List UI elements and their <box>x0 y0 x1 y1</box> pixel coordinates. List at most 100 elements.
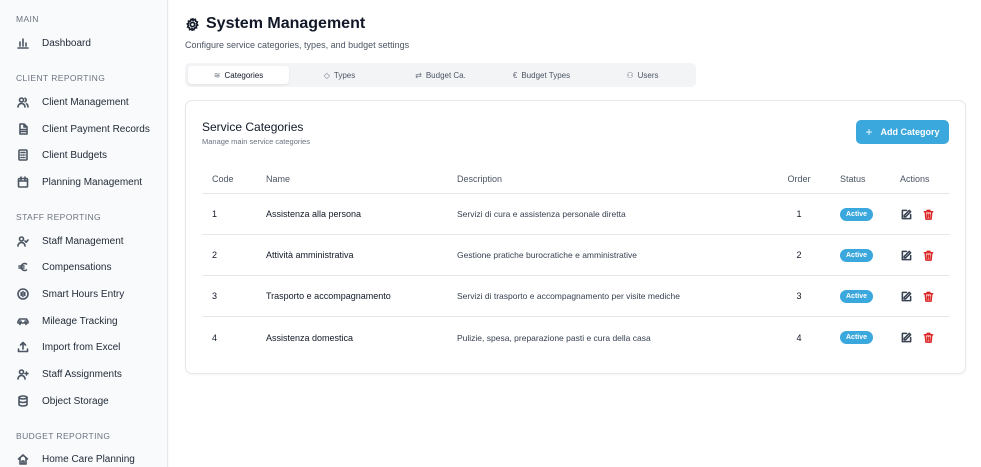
upload-icon <box>17 341 29 353</box>
status-badge: Active <box>840 248 874 262</box>
sidebar-item-smart-hours-entry[interactable]: Smart Hours Entry <box>0 282 168 306</box>
column-header-code: Code <box>212 174 234 184</box>
add-category-button[interactable]: + Add Category <box>856 120 949 144</box>
plus-icon: + <box>865 125 873 139</box>
sidebar-item-label: Import from Excel <box>42 341 121 353</box>
sidebar-item-home-care-planning[interactable]: Home Care Planning <box>0 447 168 467</box>
table-row: 2 Attività amministrativa Gestione prati… <box>202 235 950 276</box>
cell-status: Active <box>840 235 874 275</box>
page-title: System Management <box>185 15 365 33</box>
column-header-actions: Actions <box>900 174 930 184</box>
categories-table: Code Name Description Order Status Actio… <box>202 165 950 358</box>
sidebar-item-label: Mileage Tracking <box>42 315 118 327</box>
user-plus-icon <box>17 368 29 380</box>
sidebar-item-staff-assignments[interactable]: Staff Assignments <box>0 362 168 386</box>
sidebar-item-planning-management[interactable]: Planning Management <box>0 170 168 194</box>
sidebar-item-client-management[interactable]: Client Management <box>0 90 168 114</box>
sidebar-item-dashboard[interactable]: Dashboard <box>0 31 168 55</box>
budget-icon: ⇄ <box>415 70 422 80</box>
cell-status: Active <box>840 276 874 316</box>
cell-actions <box>900 317 934 358</box>
sidebar-item-label: Object Storage <box>42 395 109 407</box>
layers-icon: ≋ <box>213 70 221 80</box>
status-badge: Active <box>840 289 874 303</box>
section-label-budget-reporting: BUDGET REPORTING <box>16 431 111 441</box>
column-header-status: Status <box>840 174 866 184</box>
euro-icon <box>17 261 29 273</box>
fingerprint-icon <box>17 288 29 300</box>
tab-label: Budget Types <box>521 70 571 80</box>
sidebar-item-label: Client Management <box>42 96 129 108</box>
home-icon <box>17 453 29 465</box>
sidebar-item-client-budgets[interactable]: Client Budgets <box>0 143 168 167</box>
sidebar-item-import-from-excel[interactable]: Import from Excel <box>0 335 168 359</box>
sidebar-item-compensations[interactable]: Compensations <box>0 255 168 279</box>
trash-icon[interactable] <box>922 290 934 302</box>
page-title-text: System Management <box>206 15 366 32</box>
edit-icon[interactable] <box>900 290 912 302</box>
users-icon <box>17 96 29 108</box>
sidebar-item-client-payment-records[interactable]: Client Payment Records <box>0 117 168 141</box>
edit-icon[interactable] <box>900 332 912 344</box>
users-icon: ⚇ <box>626 70 634 80</box>
table-row: 4 Assistenza domestica Pulizie, spesa, p… <box>202 317 950 358</box>
trash-icon[interactable] <box>922 208 934 220</box>
sidebar-item-label: Planning Management <box>42 176 143 188</box>
main-content: System Management Configure service cate… <box>169 0 981 467</box>
tab-label: Categories <box>224 70 264 80</box>
edit-icon[interactable] <box>900 249 912 261</box>
page-subtitle: Configure service categories, types, and… <box>185 40 410 50</box>
service-categories-card: Service Categories Manage main service c… <box>185 100 966 374</box>
cell-actions <box>900 235 934 275</box>
edit-icon[interactable] <box>900 208 912 220</box>
calendar-icon <box>17 176 29 188</box>
bar-chart-icon <box>17 37 29 49</box>
tab-label: Budget Ca. <box>425 70 466 80</box>
gear-icon <box>186 17 199 31</box>
tab-users[interactable]: ⚇ Users <box>592 66 693 84</box>
cell-code: 2 <box>212 250 218 260</box>
sidebar-item-object-storage[interactable]: Object Storage <box>0 389 168 413</box>
sidebar-item-label: Client Payment Records <box>42 123 150 135</box>
trash-icon[interactable] <box>922 332 934 344</box>
section-label-client-reporting: CLIENT REPORTING <box>16 73 106 83</box>
cell-description: Servizi di cura e assistenza personale d… <box>457 209 626 219</box>
tag-icon: ◇ <box>323 70 330 80</box>
tab-label: Users <box>637 70 659 80</box>
tab-budget-types[interactable]: € Budget Types <box>491 66 592 84</box>
cell-code: 1 <box>212 209 218 219</box>
cell-name: Trasporto e accompagnamento <box>266 291 391 301</box>
cell-code: 4 <box>212 332 218 343</box>
cell-code: 3 <box>212 291 218 301</box>
tab-categories[interactable]: ≋ Categories <box>188 66 289 84</box>
sidebar-item-staff-management[interactable]: Staff Management <box>0 229 168 253</box>
cell-order: 2 <box>796 250 802 260</box>
database-icon <box>17 395 29 407</box>
car-icon <box>17 315 29 327</box>
section-label-staff-reporting: STAFF REPORTING <box>16 212 102 222</box>
cell-name: Assistenza alla persona <box>266 209 362 219</box>
sidebar-item-label: Home Care Planning <box>42 453 135 465</box>
calculator-icon <box>17 149 29 161</box>
sidebar-item-mileage-tracking[interactable]: Mileage Tracking <box>0 309 168 333</box>
table-row: 3 Trasporto e accompagnamento Servizi di… <box>202 276 950 317</box>
trash-icon[interactable] <box>922 249 934 261</box>
cell-description: Servizi di trasporto e accompagnamento p… <box>457 291 680 301</box>
cell-name: Attività amministrativa <box>266 250 354 260</box>
cell-description: Gestione pratiche burocratiche e amminis… <box>457 250 637 260</box>
tab-types[interactable]: ◇ Types <box>289 66 390 84</box>
user-check-icon <box>17 235 29 247</box>
table-row: 1 Assistenza alla persona Servizi di cur… <box>202 194 950 235</box>
tab-budget-categories[interactable]: ⇄ Budget Ca. <box>390 66 491 84</box>
cell-status: Active <box>840 194 874 234</box>
column-header-order: Order <box>787 174 811 184</box>
column-header-name: Name <box>266 174 291 184</box>
section-label-main: MAIN <box>16 14 39 24</box>
cell-actions <box>900 194 934 234</box>
sidebar-item-label: Staff Assignments <box>42 368 122 380</box>
file-text-icon <box>17 123 29 135</box>
sidebar: MAIN Dashboard CLIENT REPORTING Client M… <box>0 0 168 467</box>
add-category-label: Add Category <box>880 127 940 137</box>
sidebar-item-label: Compensations <box>42 261 112 273</box>
cell-name: Assistenza domestica <box>266 332 354 343</box>
